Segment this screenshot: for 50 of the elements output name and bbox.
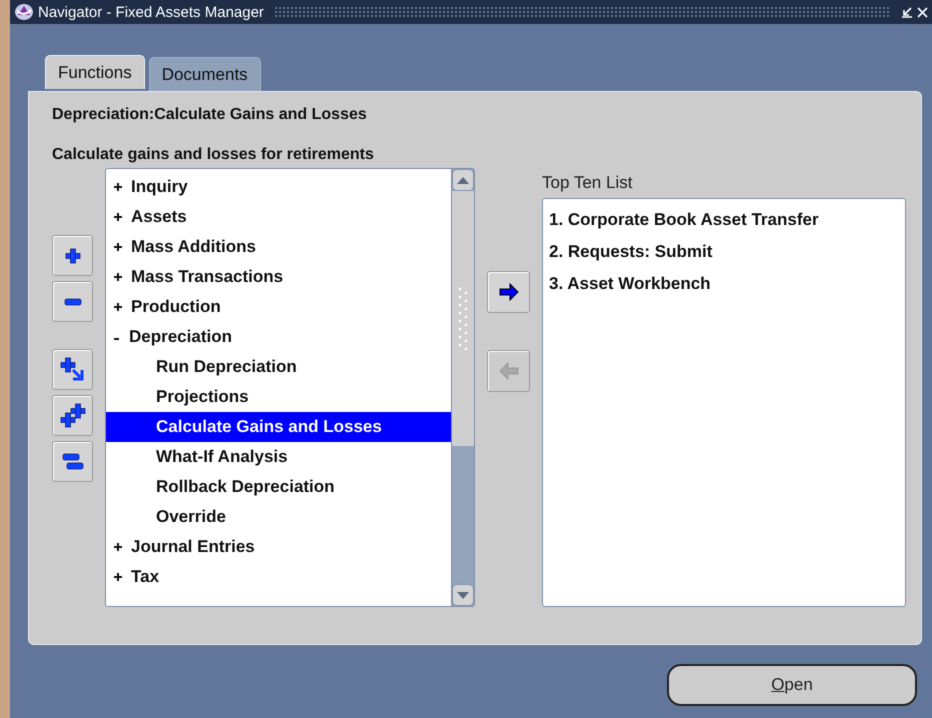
function-heading: Depreciation:Calculate Gains and Losses [52, 106, 368, 125]
app-logo-icon [14, 3, 34, 21]
scroll-up-icon[interactable] [457, 176, 469, 184]
tree-item[interactable]: Depreciation [106, 322, 451, 352]
scrollbar[interactable] [451, 169, 474, 606]
tree-item[interactable]: Inquiry [106, 172, 451, 202]
add-to-list-button[interactable] [487, 271, 530, 313]
list-item[interactable]: 3. Asset Workbench [549, 268, 899, 300]
tree-item[interactable]: Projections [106, 382, 451, 412]
tree-item[interactable]: Assets [106, 202, 451, 232]
double-plus-icon [60, 402, 86, 428]
minimize-icon[interactable] [901, 6, 913, 18]
expand-button[interactable] [52, 235, 93, 276]
right-arrow-icon [498, 282, 520, 302]
double-minus-icon [62, 450, 84, 472]
plus-icon[interactable] [113, 242, 123, 252]
list-label: Top Ten List [542, 173, 634, 194]
tree-item[interactable]: Mass Transactions [106, 262, 451, 292]
plus-icon[interactable] [113, 212, 123, 222]
tree-item[interactable]: Journal Entries [106, 532, 451, 562]
list-item[interactable]: 1. Corporate Book Asset Transfer [549, 204, 899, 236]
plus-arrow-icon [60, 356, 86, 382]
tree-item[interactable]: Rollback Depreciation [106, 472, 451, 502]
tree-item[interactable]: Mass Additions [106, 232, 451, 262]
plus-icon[interactable] [113, 542, 123, 552]
minus-icon [64, 296, 82, 306]
open-button[interactable]: Open [667, 664, 917, 706]
scroll-down-icon[interactable] [457, 592, 469, 598]
plus-icon[interactable] [113, 302, 123, 312]
plus-icon [64, 246, 82, 264]
left-arrow-icon [498, 361, 520, 381]
plus-icon[interactable] [113, 572, 123, 582]
expand-branch-button[interactable] [52, 349, 93, 390]
tree-item[interactable]: Override [106, 502, 451, 532]
list-item[interactable]: 2. Requests: Submit [549, 236, 899, 268]
tree-item[interactable]: What-If Analysis [106, 442, 451, 472]
plus-icon[interactable] [113, 272, 123, 282]
plus-icon[interactable] [113, 182, 123, 192]
tree-item[interactable]: Run Depreciation [106, 352, 451, 382]
expand-all-button[interactable] [52, 395, 93, 436]
collapse-button[interactable] [52, 281, 93, 322]
window-title: Navigator - Fixed Assets Manager [38, 4, 264, 20]
tree-item[interactable]: Tax [106, 562, 451, 592]
collapse-all-button[interactable] [52, 441, 93, 482]
tab[interactable]: Documents [148, 57, 261, 91]
tree-item[interactable]: Calculate Gains and Losses [106, 412, 451, 442]
tab[interactable]: Functions [45, 55, 145, 89]
tree-item[interactable]: Production [106, 292, 451, 322]
close-icon[interactable] [917, 6, 928, 18]
function-description: Calculate gains and losses for retirements [52, 146, 375, 164]
